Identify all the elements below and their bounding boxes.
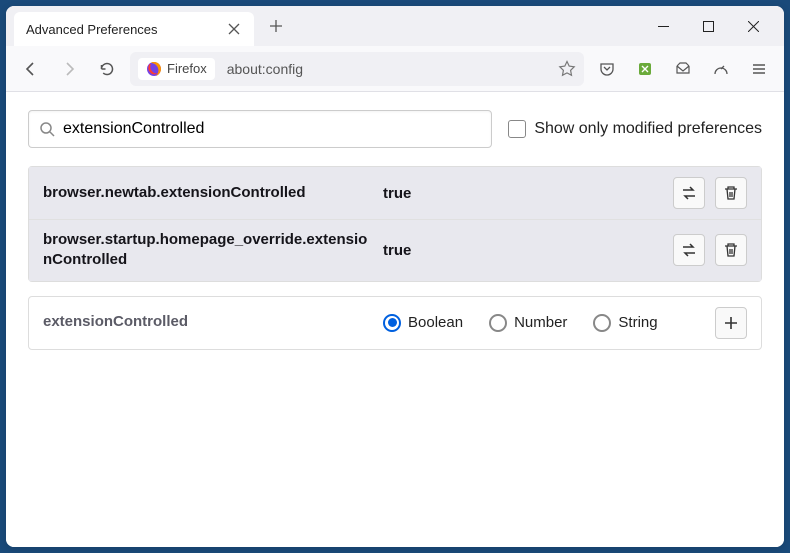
hamburger-icon <box>751 61 767 77</box>
new-pref-row: extensionControlled Boolean Number Strin… <box>29 297 761 349</box>
arrow-right-icon <box>61 61 77 77</box>
new-pref-name: extensionControlled <box>43 312 373 332</box>
plus-icon <box>722 314 740 332</box>
close-icon <box>748 21 759 32</box>
nav-forward-button[interactable] <box>54 54 84 84</box>
identity-box[interactable]: Firefox <box>138 58 215 80</box>
bookmark-star-icon[interactable] <box>558 60 576 78</box>
toggle-arrows-icon <box>680 184 698 202</box>
type-radio-group: Boolean Number String <box>373 314 715 332</box>
radio-label: String <box>618 314 657 331</box>
pref-value: true <box>373 185 673 202</box>
toggle-button[interactable] <box>673 177 705 209</box>
minimize-icon <box>658 21 669 32</box>
nav-toolbar: Firefox about:config <box>6 46 784 92</box>
reload-icon <box>99 61 115 77</box>
inbox-icon <box>675 61 691 77</box>
url-text: about:config <box>221 61 552 77</box>
arrow-left-icon <box>23 61 39 77</box>
pref-value: true <box>373 242 673 259</box>
checkbox-icon <box>508 120 526 138</box>
titlebar: Advanced Preferences <box>6 6 784 46</box>
about-config-content: Show only modified preferences browser.n… <box>6 92 784 547</box>
search-row: Show only modified preferences <box>28 110 762 148</box>
pref-actions <box>673 234 747 266</box>
firefox-icon <box>146 61 162 77</box>
pocket-icon <box>599 61 615 77</box>
account-button[interactable] <box>706 54 736 84</box>
pref-actions <box>673 177 747 209</box>
checkbox-label: Show only modified preferences <box>534 120 762 138</box>
trash-icon <box>722 241 740 259</box>
close-window-button[interactable] <box>731 11 776 41</box>
app-menu-button[interactable] <box>744 54 774 84</box>
delete-button[interactable] <box>715 234 747 266</box>
pref-row: browser.startup.homepage_override.extens… <box>29 219 761 281</box>
browser-window: Advanced Preferences <box>6 6 784 547</box>
search-icon <box>39 121 55 137</box>
minimize-button[interactable] <box>641 11 686 41</box>
toggle-arrows-icon <box>680 241 698 259</box>
search-box[interactable] <box>28 110 492 148</box>
type-boolean-radio[interactable]: Boolean <box>383 314 463 332</box>
inbox-button[interactable] <box>668 54 698 84</box>
radio-label: Number <box>514 314 567 331</box>
window-controls <box>641 11 776 41</box>
toggle-button[interactable] <box>673 234 705 266</box>
pref-name: browser.newtab.extensionControlled <box>43 183 373 203</box>
close-icon <box>228 23 240 35</box>
prefs-list: browser.newtab.extensionControlled true … <box>28 166 762 282</box>
pref-name: browser.startup.homepage_override.extens… <box>43 230 373 271</box>
radio-icon <box>489 314 507 332</box>
plus-icon <box>269 19 283 33</box>
url-bar[interactable]: Firefox about:config <box>130 52 584 86</box>
delete-button[interactable] <box>715 177 747 209</box>
radio-icon <box>383 314 401 332</box>
pocket-button[interactable] <box>592 54 622 84</box>
radio-icon <box>593 314 611 332</box>
maximize-icon <box>703 21 714 32</box>
pref-actions <box>715 307 747 339</box>
search-input[interactable] <box>63 120 481 138</box>
close-tab-button[interactable] <box>226 21 242 37</box>
identity-label: Firefox <box>167 61 207 76</box>
radio-label: Boolean <box>408 314 463 331</box>
show-modified-checkbox[interactable]: Show only modified preferences <box>508 120 762 138</box>
pref-row: browser.newtab.extensionControlled true <box>29 167 761 219</box>
tabs-area: Advanced Preferences <box>14 6 641 46</box>
reload-button[interactable] <box>92 54 122 84</box>
maximize-button[interactable] <box>686 11 731 41</box>
tab-advanced-preferences[interactable]: Advanced Preferences <box>14 12 254 46</box>
type-number-radio[interactable]: Number <box>489 314 567 332</box>
extension-icon <box>637 61 653 77</box>
nav-back-button[interactable] <box>16 54 46 84</box>
tab-title: Advanced Preferences <box>26 22 226 37</box>
gauge-icon <box>713 61 729 77</box>
add-pref-button[interactable] <box>715 307 747 339</box>
trash-icon <box>722 184 740 202</box>
extension-button[interactable] <box>630 54 660 84</box>
type-string-radio[interactable]: String <box>593 314 657 332</box>
new-pref-list: extensionControlled Boolean Number Strin… <box>28 296 762 350</box>
new-tab-button[interactable] <box>262 12 290 40</box>
